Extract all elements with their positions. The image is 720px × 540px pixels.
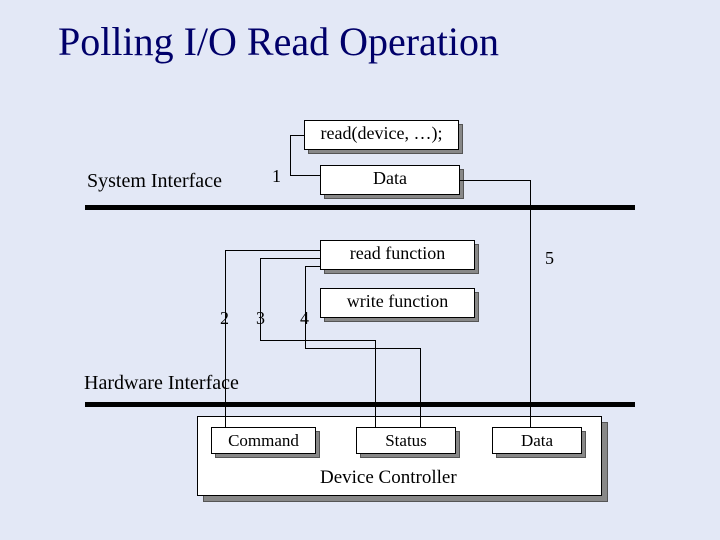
line-5b [530,180,531,427]
line-5a [460,180,530,181]
line-1b [290,135,304,136]
line-2 [225,250,226,427]
status-box: Status [356,427,456,454]
command-box: Command [211,427,316,454]
line-3a [260,258,261,340]
line-4top [305,266,320,267]
line-3c [375,340,376,427]
page-title: Polling I/O Read Operation [58,18,499,65]
step-1-label: 1 [272,166,281,187]
line-1c [290,175,320,176]
system-interface-bar [85,205,635,210]
diagram-stage: Polling I/O Read Operation read(device, … [0,0,720,540]
write-function-box: write function [320,288,475,318]
data-bottom-box: Data [492,427,582,454]
line-2top [225,250,320,251]
line-3top [260,258,320,259]
line-1a [290,135,291,175]
line-4a [305,266,306,348]
device-controller-label: Device Controller [320,467,457,489]
hardware-interface-label: Hardware Interface [84,372,239,395]
line-4c [420,348,421,427]
data-top-box: Data [320,165,460,195]
step-5-label: 5 [545,248,554,269]
line-3b [260,340,375,341]
read-call-box: read(device, …); [304,120,459,150]
line-4b [305,348,420,349]
read-function-box: read function [320,240,475,270]
hardware-interface-bar [85,402,635,407]
system-interface-label: System Interface [87,170,222,193]
line-2-to-command [225,427,245,428]
